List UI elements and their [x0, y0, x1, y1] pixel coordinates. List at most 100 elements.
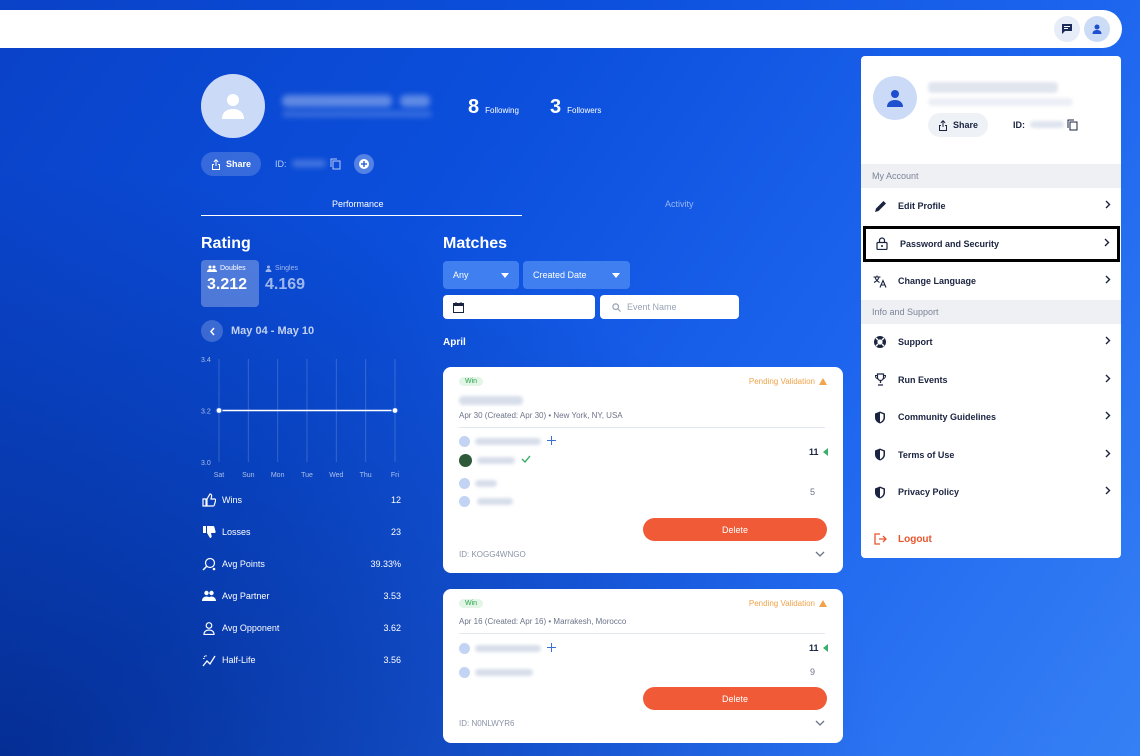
copy-icon[interactable]	[1067, 119, 1078, 131]
menu-item-privacy-policy[interactable]: Privacy Policy	[861, 474, 1121, 510]
match-card[interactable]: Win Pending Validation Apr 16 (Created: …	[443, 589, 843, 743]
tab-performance[interactable]: Performance	[332, 199, 384, 209]
player-avatar	[459, 643, 470, 654]
result-filter-dropdown[interactable]: Any	[443, 261, 519, 289]
menu-item-run-events[interactable]: Run Events	[861, 362, 1121, 398]
followers-count: 3	[550, 96, 562, 118]
match-id: ID: N0NLWYR6	[459, 719, 515, 728]
logout-icon	[873, 532, 887, 546]
partner-icon	[201, 588, 217, 604]
week-range: May 04 - May 10	[231, 325, 315, 337]
delete-match-button[interactable]: Delete	[643, 687, 827, 710]
metric-row-losses: Losses 23	[201, 522, 401, 542]
profile-id-label: ID:	[275, 159, 287, 169]
chevron-right-icon	[1105, 200, 1111, 211]
match-meta: Apr 16 (Created: Apr 16) • Marrakesh, Mo…	[459, 617, 627, 626]
player-avatar	[459, 478, 470, 489]
menu-item-password-and-security[interactable]: Password and Security	[863, 225, 1120, 262]
chevron-left-icon	[209, 327, 215, 335]
chevron-down-icon[interactable]	[815, 720, 825, 726]
delete-match-button[interactable]: Delete	[643, 518, 827, 541]
panel-name-redacted	[928, 82, 1058, 93]
panel-id-label: ID:	[1013, 120, 1025, 130]
profile-avatar[interactable]	[201, 74, 265, 138]
pencil-icon	[873, 199, 887, 213]
metric-label: Avg Opponent	[222, 623, 280, 633]
logout-button[interactable]: Logout	[861, 521, 1121, 557]
panel-email-redacted	[928, 98, 1073, 106]
thumbs-down-icon	[201, 524, 217, 540]
match-card[interactable]: Win Pending Validation Apr 30 (Created: …	[443, 367, 843, 573]
metric-value: 3.56	[383, 655, 401, 665]
panel-share-button[interactable]: Share	[928, 113, 989, 137]
profile-share-button[interactable]: Share	[201, 152, 262, 176]
profile-badge-redacted	[400, 95, 430, 107]
match-meta: Apr 30 (Created: Apr 30) • New York, NY,…	[459, 411, 623, 420]
active-tab-indicator	[201, 215, 522, 216]
pending-validation-label: Pending Validation	[748, 377, 815, 386]
copy-icon[interactable]	[330, 158, 341, 170]
month-heading: April	[443, 337, 466, 348]
sort-dropdown[interactable]: Created Date	[523, 261, 630, 289]
menu-item-label: Support	[898, 337, 933, 347]
previous-week-button[interactable]	[201, 320, 223, 342]
x-tick-label: Mon	[271, 472, 285, 479]
search-icon	[612, 302, 621, 312]
player-avatar	[459, 496, 470, 507]
top-navigation-bar	[0, 10, 1122, 48]
metric-value: 23	[390, 527, 401, 537]
x-tick-label: Fri	[391, 472, 400, 479]
menu-item-terms-of-use[interactable]: Terms of Use	[861, 437, 1121, 473]
menu-item-edit-profile[interactable]: Edit Profile	[861, 188, 1121, 224]
menu-item-label: Privacy Policy	[898, 487, 960, 497]
metric-row-wins: Wins 12	[201, 490, 401, 510]
singles-rating-card[interactable]: Singles 4.169	[265, 265, 305, 294]
followers-stat[interactable]: 3 Followers	[550, 96, 601, 119]
x-tick-label: Wed	[329, 472, 343, 479]
profile-id-redacted	[292, 160, 326, 167]
match-id: ID: KOGG4WNGO	[459, 550, 526, 559]
metric-value: 3.62	[383, 623, 401, 633]
team-a-score: 11	[809, 643, 819, 653]
chevron-right-icon	[1105, 275, 1111, 286]
following-stat[interactable]: 8 Following	[468, 96, 519, 119]
pending-validation-label: Pending Validation	[748, 599, 815, 608]
menu-item-label: Edit Profile	[898, 201, 946, 211]
menu-item-support[interactable]: Support	[861, 324, 1121, 360]
plus-icon[interactable]	[547, 436, 556, 445]
menu-item-label: Password and Security	[900, 238, 1000, 249]
event-name-search-input[interactable]: Event Name	[600, 295, 739, 319]
metric-row-avg-partner: Avg Partner 3.53	[201, 586, 401, 606]
rating-line-chart: 3.4 3.2 3.0Sat Sun Mon Tue Wed Thu Fri	[201, 357, 400, 479]
user-avatar-button[interactable]	[1084, 16, 1110, 42]
chevron-down-icon[interactable]	[815, 551, 825, 557]
player-name-redacted	[475, 480, 497, 487]
y-tick-label: 3.0	[201, 460, 211, 467]
plus-icon[interactable]	[547, 643, 556, 652]
matches-title: Matches	[443, 235, 508, 252]
translate-icon	[873, 274, 887, 288]
followers-label: Followers	[567, 106, 602, 115]
player-avatar	[459, 436, 470, 447]
metric-label: Losses	[222, 527, 251, 537]
menu-item-community-guidelines[interactable]: Community Guidelines	[861, 399, 1121, 435]
warning-icon	[819, 378, 827, 385]
player-name-redacted	[475, 669, 533, 676]
panel-avatar[interactable]	[873, 76, 917, 120]
tab-activity[interactable]: Activity	[665, 199, 694, 209]
doubles-value: 3.212	[207, 276, 248, 293]
chat-icon[interactable]	[1054, 16, 1080, 42]
menu-item-change-language[interactable]: Change Language	[861, 263, 1121, 299]
add-button[interactable]	[354, 154, 374, 174]
event-name-redacted	[459, 396, 523, 405]
metric-value: 12	[390, 495, 401, 505]
y-tick-label: 3.4	[201, 357, 211, 364]
chevron-right-icon	[1105, 336, 1111, 347]
menu-item-label: Terms of Use	[898, 449, 955, 460]
singles-value: 4.169	[265, 276, 306, 293]
date-filter-input[interactable]	[443, 295, 595, 319]
caret-down-icon	[501, 272, 509, 278]
player-name-redacted	[477, 457, 515, 464]
points-icon	[201, 556, 217, 572]
doubles-rating-card[interactable]: Doubles 3.212	[201, 260, 259, 307]
